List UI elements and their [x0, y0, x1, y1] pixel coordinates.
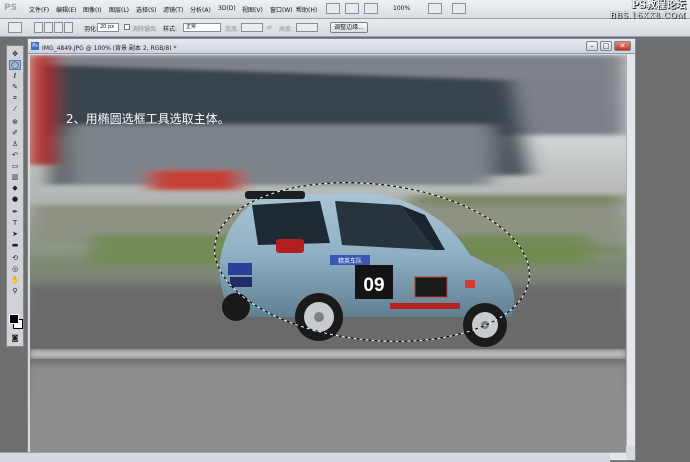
lasso-tool-icon[interactable]: ℓ — [10, 72, 20, 80]
blur-tool-icon[interactable]: ◆ — [10, 184, 20, 192]
feather-input[interactable]: 20 px — [97, 23, 119, 32]
brand-line-1: PS教程论坛 — [631, 0, 686, 11]
vertical-scrollbar[interactable] — [626, 54, 635, 446]
track-foreground — [30, 365, 626, 459]
move-tool-icon[interactable]: ✥ — [10, 50, 20, 58]
minimize-icon[interactable]: – — [586, 41, 598, 51]
3d-rotate-tool-icon[interactable]: ⟲ — [10, 254, 20, 262]
foreground-color-swatch[interactable] — [9, 314, 19, 324]
car-number: 09 — [363, 275, 384, 296]
mini-bridge-icon[interactable] — [345, 3, 359, 14]
arrange-documents-icon[interactable] — [428, 3, 442, 14]
height-label: 高度: — [279, 26, 294, 33]
zoom-level[interactable]: 100% — [393, 5, 410, 12]
feather-label: 羽化: — [84, 26, 99, 33]
quick-mask-icon[interactable]: ◙ — [10, 334, 20, 342]
shape-tool-icon[interactable]: ▬ — [10, 241, 20, 249]
menu-window[interactable]: 窗口(W) — [270, 5, 293, 14]
antialias-label: 消除锯齿 — [132, 26, 157, 33]
zoom-tool-icon[interactable]: ⚲ — [10, 287, 20, 295]
menu-view[interactable]: 视图(V) — [242, 5, 263, 14]
width-label: 宽度: — [225, 26, 240, 33]
style-label: 样式: — [163, 26, 178, 33]
menu-edit[interactable]: 编辑(E) — [56, 5, 76, 14]
menu-layer[interactable]: 图层(L) — [109, 5, 129, 14]
toolbox: ✥ ◯ ℓ ✎ ⌗ ⁄ ⊕ ✐ ♙ ↶ ▭ ▥ ◆ ● ✒ T ➤ ▬ ⟲ ◎ … — [6, 45, 24, 347]
brush-tool-icon[interactable]: ✐ — [10, 129, 20, 137]
path-selection-tool-icon[interactable]: ➤ — [10, 230, 20, 238]
bridge-icon[interactable] — [326, 3, 340, 14]
hand-tool-icon[interactable]: ✋ — [10, 276, 20, 284]
new-selection-icon[interactable] — [34, 22, 43, 33]
width-input[interactable] — [241, 23, 263, 32]
crop-tool-icon[interactable]: ⌗ — [10, 94, 20, 102]
menu-bar: PS 文件(F) 编辑(E) 图像(I) 图层(L) 选择(S) 滤镜(T) 分… — [0, 0, 690, 21]
document-title: IMG_4849.JPG @ 100% (背景 副本 2, RGB/8) * — [42, 45, 177, 52]
document-titlebar[interactable]: Ps IMG_4849.JPG @ 100% (背景 副本 2, RGB/8) … — [28, 39, 635, 54]
marquee-preset-icon[interactable] — [8, 22, 22, 33]
refine-edge-button[interactable]: 调整边缘... — [330, 22, 368, 33]
options-bar: 羽化: 20 px 消除锯齿 样式: 正常 宽度: ⇄ 高度: 调整边缘... — [0, 19, 690, 37]
add-selection-icon[interactable] — [44, 22, 53, 33]
tutorial-caption: 2、用椭圆选框工具选取主体。 — [66, 111, 230, 126]
eyedropper-tool-icon[interactable]: ⁄ — [10, 105, 20, 113]
eraser-tool-icon[interactable]: ▭ — [10, 162, 20, 170]
photo-scene: 09 精英车队 2、用椭圆选框工具选取主体。 — [30, 55, 626, 459]
menu-analysis[interactable]: 分析(A) — [190, 5, 211, 14]
style-select[interactable]: 正常 — [183, 23, 221, 32]
subtract-selection-icon[interactable] — [54, 22, 63, 33]
elliptical-marquee-tool-icon[interactable]: ◯ — [9, 60, 21, 70]
type-tool-icon[interactable]: T — [10, 219, 20, 227]
watermark-brand: PS教程论坛 BBS.16XX8.COM — [610, 1, 686, 21]
track-line — [30, 350, 626, 358]
dodge-tool-icon[interactable]: ● — [10, 195, 20, 203]
quick-selection-tool-icon[interactable]: ✎ — [10, 83, 20, 91]
menu-file[interactable]: 文件(F) — [29, 5, 49, 14]
menu-image[interactable]: 图像(I) — [83, 5, 101, 14]
intersect-selection-icon[interactable] — [64, 22, 73, 33]
menu-3d[interactable]: 3D(D) — [218, 5, 236, 12]
gradient-tool-icon[interactable]: ▥ — [10, 173, 20, 181]
antialias-checkbox[interactable] — [124, 24, 130, 30]
swap-icon[interactable]: ⇄ — [267, 24, 272, 31]
menu-filter[interactable]: 滤镜(T) — [163, 5, 183, 14]
document-window: Ps IMG_4849.JPG @ 100% (背景 副本 2, RGB/8) … — [27, 38, 636, 461]
close-icon[interactable]: ✕ — [614, 41, 631, 51]
menu-select[interactable]: 选择(S) — [136, 5, 157, 14]
screen-mode-icon[interactable] — [452, 3, 466, 14]
history-brush-tool-icon[interactable]: ↶ — [10, 151, 20, 159]
maximize-icon[interactable]: □ — [600, 41, 612, 51]
height-input[interactable] — [296, 23, 318, 32]
3d-orbit-tool-icon[interactable]: ◎ — [10, 265, 20, 273]
spot-healing-tool-icon[interactable]: ⊕ — [10, 118, 20, 126]
clone-stamp-tool-icon[interactable]: ♙ — [10, 140, 20, 148]
app-logo: PS — [4, 3, 18, 13]
hand-tool-icon[interactable] — [364, 3, 378, 14]
pen-tool-icon[interactable]: ✒ — [10, 208, 20, 216]
menu-help[interactable]: 帮助(H) — [296, 5, 317, 14]
image-canvas[interactable]: 09 精英车队 2、用椭圆选框工具选取主体。 — [30, 55, 626, 459]
document-icon: Ps — [31, 42, 39, 50]
car-side-text: 精英车队 — [338, 257, 362, 265]
